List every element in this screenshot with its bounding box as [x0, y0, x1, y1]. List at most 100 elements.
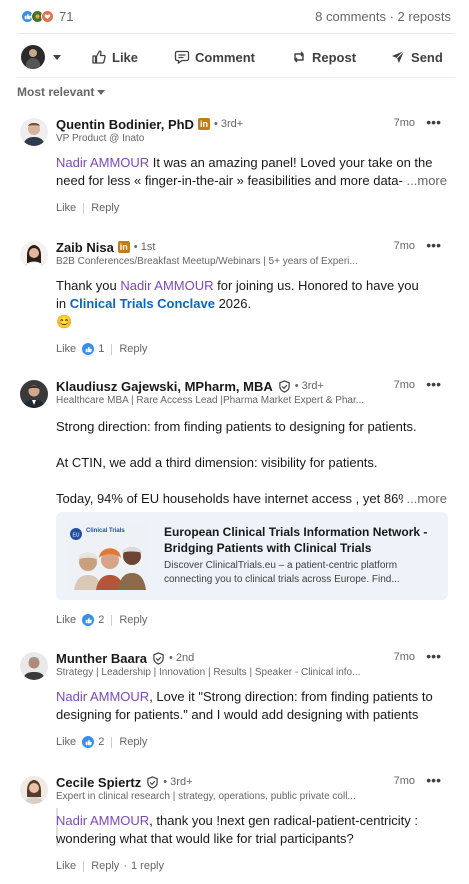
comment-item: Quentin Bodinier, PhD in • 3rd+ VP Produ…	[17, 114, 455, 222]
comment-actions: Like 2 Reply	[56, 736, 147, 748]
mention-link[interactable]: Nadir AMMOUR	[56, 689, 149, 704]
see-more-link[interactable]: ...more	[402, 172, 447, 190]
send-button[interactable]: Send	[390, 49, 443, 65]
comment-label: Comment	[195, 49, 255, 65]
like-button[interactable]: Like	[91, 49, 138, 65]
comment-actions: Like 1 Reply	[56, 343, 147, 355]
repost-icon	[294, 51, 304, 63]
commenter-name[interactable]: Munther Baara	[56, 651, 147, 666]
comment-button[interactable]: Comment	[174, 49, 255, 65]
link-preview-description: Discover ClinicalTrials.eu – a patient-c…	[164, 560, 400, 585]
chevron-down-icon[interactable]	[53, 54, 61, 60]
avatar[interactable]	[20, 380, 48, 408]
love-reaction-icon	[41, 9, 54, 23]
reaction-count[interactable]: 71	[59, 9, 73, 24]
comment-actions: Like Reply · 1 reply	[56, 860, 165, 872]
thumbs-up-icon	[92, 50, 106, 64]
more-options-icon[interactable]: •••	[426, 648, 441, 664]
linkedin-premium-icon: in	[197, 118, 210, 130]
more-options-icon[interactable]: •••	[426, 237, 441, 253]
smile-emoji: 😊	[56, 314, 73, 329]
connection-degree: • 2nd	[169, 652, 195, 664]
like-reaction-icon	[82, 343, 95, 355]
comment-reply-button[interactable]: Reply	[119, 736, 147, 748]
linkedin-premium-icon: in	[117, 241, 130, 253]
verified-icon	[153, 651, 164, 665]
comment-time: 7mo	[393, 651, 415, 663]
comment-time: 7mo	[393, 240, 415, 252]
like-reaction-icon	[82, 614, 95, 626]
see-more-link[interactable]: ...more	[402, 490, 447, 508]
comment-like-count[interactable]: 2	[98, 614, 104, 626]
like-label: Like	[112, 49, 139, 65]
avatar[interactable]	[20, 241, 48, 269]
avatar[interactable]	[20, 652, 48, 680]
comment-like-count[interactable]: 1	[98, 343, 104, 355]
commenter-headline: VP Product @ Inato	[56, 133, 145, 144]
comment-like-count[interactable]: 2	[98, 736, 104, 748]
comment-like-button[interactable]: Like	[56, 202, 76, 214]
avatar[interactable]	[20, 118, 48, 146]
actor-avatar[interactable]	[21, 45, 45, 69]
comment-like-button[interactable]: Like	[56, 343, 76, 355]
divider	[111, 343, 113, 355]
comment-item: Klaudiusz Gajewski, MPharm, MBA • 3rd+ H…	[17, 376, 455, 628]
comment-reply-button[interactable]: Reply	[119, 343, 147, 355]
commenter-headline: Strategy | Leadership | Innovation | Res…	[56, 667, 361, 678]
commenter-name[interactable]: Zaib Nisa	[56, 240, 114, 255]
comment-icon	[174, 50, 190, 65]
divider	[111, 614, 113, 626]
mention-link[interactable]: Nadir AMMOUR	[56, 813, 149, 828]
comment-time: 7mo	[393, 117, 415, 129]
link-preview-image: EU Clinical Trials	[66, 522, 150, 590]
divider	[17, 77, 455, 78]
more-options-icon[interactable]: •••	[426, 114, 441, 130]
comment-like-button[interactable]: Like	[56, 614, 76, 626]
send-label: Send	[411, 49, 443, 65]
comment-actions: Like Reply	[56, 202, 119, 214]
card-badge-text: EU	[73, 533, 80, 539]
sort-dropdown[interactable]: Most relevant	[17, 85, 106, 99]
connection-degree: • 1st	[133, 241, 156, 253]
divider	[111, 736, 113, 748]
caret-down-icon	[97, 89, 106, 95]
commenter-headline: Expert in clinical research | strategy, …	[56, 791, 356, 802]
link-preview-card[interactable]: EU Clinical Trials European Clinical Tri…	[56, 512, 448, 600]
comments-reposts-count[interactable]: 8 comments · 2 reposts	[315, 9, 451, 24]
comment-time: 7mo	[393, 775, 415, 787]
divider	[83, 860, 85, 872]
comment-item: Zaib Nisa in • 1st B2B Conferences/Break…	[17, 237, 455, 365]
page-link[interactable]: Clinical Trials Conclave	[70, 296, 215, 311]
comment-text: Nadir AMMOUR, Love it "Strong direction:…	[56, 689, 433, 722]
comment-item: Munther Baara • 2nd Strategy | Leadershi…	[17, 648, 455, 754]
reactions-summary: 71 8 comments · 2 reposts	[21, 6, 451, 26]
link-preview-title: European Clinical Trials Information Net…	[164, 525, 428, 555]
mention-link[interactable]: Nadir AMMOUR	[56, 155, 149, 170]
reply-count-link[interactable]: 1 reply	[131, 860, 164, 872]
verified-icon	[278, 379, 290, 393]
commenter-name[interactable]: Klaudiusz Gajewski, MPharm, MBA	[56, 379, 273, 394]
card-brand-text: Clinical Trials	[86, 528, 125, 534]
comment-like-button[interactable]: Like	[56, 860, 76, 872]
comment-like-button[interactable]: Like	[56, 736, 76, 748]
comment-text: Nadir AMMOUR It was an amazing panel! Lo…	[56, 155, 447, 190]
verified-icon	[147, 775, 159, 789]
comment-reply-button[interactable]: Reply	[91, 202, 119, 214]
more-options-icon[interactable]: •••	[426, 772, 441, 788]
reaction-icons[interactable]	[21, 9, 54, 23]
comment-reply-button[interactable]: Reply	[91, 860, 119, 872]
like-reaction-icon	[82, 736, 95, 748]
divider	[17, 33, 455, 34]
commenter-headline: Healthcare MBA | Rare Access Lead |Pharm…	[56, 395, 365, 406]
social-action-bar: Like Comment Repost Send	[21, 42, 449, 72]
mention-link[interactable]: Nadir AMMOUR	[120, 278, 213, 293]
more-options-icon[interactable]: •••	[426, 376, 441, 392]
comment-reply-button[interactable]: Reply	[119, 614, 147, 626]
avatar[interactable]	[20, 776, 48, 804]
commenter-headline: B2B Conferences/Breakfast Meetup/Webinar…	[56, 256, 358, 267]
commenter-name[interactable]: Quentin Bodinier, PhD	[56, 117, 194, 132]
commenter-name[interactable]: Cecile Spiertz	[56, 775, 141, 790]
repost-button[interactable]: Repost	[291, 49, 356, 65]
repost-label: Repost	[311, 49, 357, 65]
comment-text: Nadir AMMOUR, thank you !next gen radica…	[56, 813, 418, 846]
